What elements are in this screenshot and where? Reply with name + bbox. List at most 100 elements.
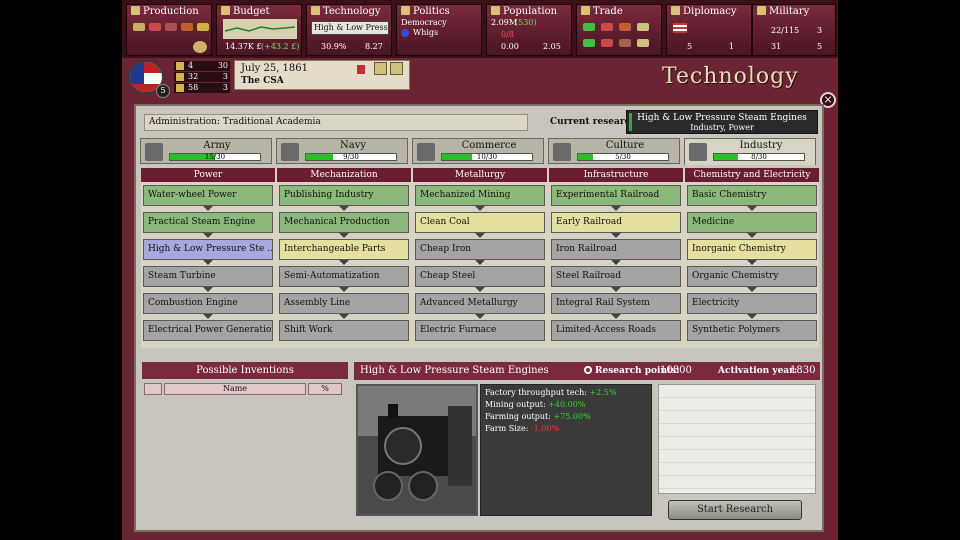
politics-panel[interactable]: Politics Democracy Whigs <box>396 4 482 56</box>
arrow-down-icon <box>339 287 349 292</box>
tech-cell[interactable]: Electrical Power Generation <box>143 320 273 341</box>
tech-cell[interactable]: Cheap Iron <box>415 239 545 260</box>
tech-cell[interactable]: Semi-Automatization <box>279 266 409 287</box>
tech-cell-researching[interactable]: High & Low Pressure Ste ... <box>143 239 273 260</box>
tech-cell[interactable]: Organic Chemistry <box>687 266 817 287</box>
arrow-down-icon <box>203 314 213 319</box>
tech-cell[interactable]: Clean Coal <box>415 212 545 233</box>
arrow-down-icon <box>747 206 757 211</box>
tech-cell[interactable]: Medicine <box>687 212 817 233</box>
tech-cell[interactable]: Electric Furnace <box>415 320 545 341</box>
tech-cell[interactable]: Shift Work <box>279 320 409 341</box>
tech-cell[interactable]: Early Railroad <box>551 212 681 233</box>
research-points-rate: 8.27 <box>365 42 383 51</box>
administration-bar: Administration: Traditional Academia <box>144 114 528 131</box>
consciousness-value: 2.05 <box>543 42 561 51</box>
speed-up-button[interactable] <box>374 62 387 75</box>
industry-stat: 32 3 <box>174 72 230 82</box>
tab-army[interactable]: Army 15/30 <box>140 138 272 164</box>
steam-locomotive-image <box>356 384 478 516</box>
arrow-down-icon <box>475 233 485 238</box>
tech-cell[interactable]: Steam Turbine <box>143 266 273 287</box>
army-progress: 15/30 <box>169 153 261 161</box>
column-mechanization: Mechanization Publishing Industry Mechan… <box>277 168 411 341</box>
goods-icon <box>637 39 649 47</box>
column-chemistry: Chemistry and Electricity Basic Chemistr… <box>685 168 819 341</box>
production-panel[interactable]: Production <box>126 4 212 56</box>
import-arrow-icon <box>583 39 595 47</box>
commerce-progress: 10/30 <box>441 153 533 161</box>
tech-cell[interactable]: Mechanical Production <box>279 212 409 233</box>
budget-panel[interactable]: Budget 14.37K £ (+43.2 £) <box>216 4 302 56</box>
tech-cell[interactable]: Synthetic Polymers <box>687 320 817 341</box>
usa-flag-icon <box>673 23 687 33</box>
culture-progress: 5/30 <box>577 153 669 161</box>
tab-culture[interactable]: Culture 5/30 <box>548 138 680 164</box>
tech-cell[interactable]: Interchangeable Parts <box>279 239 409 260</box>
tech-cell[interactable]: Inorganic Chemistry <box>687 239 817 260</box>
lightbulb-icon <box>311 6 320 15</box>
tech-cell[interactable]: Experimental Railroad <box>551 185 681 206</box>
tech-cell[interactable]: Advanced Metallurgy <box>415 293 545 314</box>
arrow-down-icon <box>475 260 485 265</box>
arrow-down-icon <box>475 314 485 319</box>
tech-cell[interactable]: Publishing Industry <box>279 185 409 206</box>
arrow-down-icon <box>475 287 485 292</box>
tab-industry[interactable]: Industry 8/30 <box>684 138 816 165</box>
column-header: Power <box>141 168 275 182</box>
tech-cell[interactable]: Limited-Access Roads <box>551 320 681 341</box>
current-research-name: High & Low Pressure Steam Engines <box>637 113 807 123</box>
column-header: Mechanization <box>277 168 411 182</box>
magnifier-icon <box>584 366 592 374</box>
page-title: Technology <box>662 64 799 89</box>
arrow-down-icon <box>747 260 757 265</box>
unlocks-list[interactable] <box>658 384 816 494</box>
swords-icon <box>176 84 184 92</box>
budget-delta: (+43.2 £) <box>261 42 300 51</box>
tab-navy[interactable]: Navy 9/30 <box>276 138 408 164</box>
arrow-down-icon <box>339 260 349 265</box>
tech-cell[interactable]: Integral Rail System <box>551 293 681 314</box>
tech-cell[interactable]: Iron Railroad <box>551 239 681 260</box>
arrow-down-icon <box>747 314 757 319</box>
diplomacy-panel[interactable]: Diplomacy 5 1 <box>666 4 752 56</box>
speed-down-button[interactable] <box>390 62 403 75</box>
diplomacy-count: 5 <box>687 42 693 51</box>
inventions-name-column[interactable]: Name <box>164 383 306 395</box>
tech-cell[interactable]: Practical Steam Engine <box>143 212 273 233</box>
trade-icon <box>581 6 590 15</box>
military-panel[interactable]: Military 22/115 3 31 5 <box>752 4 836 56</box>
goods-icon <box>601 39 613 47</box>
arrow-down-icon <box>747 233 757 238</box>
population-panel[interactable]: Population 2.09M (530) 0/8 0.00 2.05 <box>486 4 572 56</box>
activation-year-label: Activation year: <box>718 366 798 376</box>
arrow-down-icon <box>339 206 349 211</box>
literacy-value: 0.00 <box>501 42 519 51</box>
possible-inventions-panel: Possible Inventions Name % <box>142 362 348 522</box>
tech-cell[interactable]: Assembly Line <box>279 293 409 314</box>
pause-icon[interactable] <box>357 65 365 74</box>
arrow-down-icon <box>203 260 213 265</box>
tech-cell[interactable]: Electricity <box>687 293 817 314</box>
effect-row: Mining output: +40.00% <box>485 400 586 409</box>
column-metallurgy: Metallurgy Mechanized Mining Clean Coal … <box>413 168 547 341</box>
tab-commerce[interactable]: Commerce 10/30 <box>412 138 544 164</box>
inventions-percent-column[interactable]: % <box>308 383 342 395</box>
trade-panel[interactable]: Trade <box>576 4 662 56</box>
tech-cell[interactable]: Cheap Steel <box>415 266 545 287</box>
tech-cell[interactable]: Basic Chemistry <box>687 185 817 206</box>
swords-icon <box>757 6 766 15</box>
unrest-count: 0/8 <box>501 30 514 39</box>
tech-detail-panel: High & Low Pressure Steam Engines Resear… <box>354 362 820 528</box>
start-research-button[interactable]: Start Research <box>668 500 802 520</box>
current-research-box[interactable]: High & Low Pressure Steam Engines Indust… <box>626 110 818 134</box>
tech-cell[interactable]: Steel Railroad <box>551 266 681 287</box>
tech-cell[interactable]: Water-wheel Power <box>143 185 273 206</box>
folder-icon[interactable] <box>144 383 162 395</box>
pound-icon <box>221 6 230 15</box>
technology-panel[interactable]: Technology High & Low Press ... 30.9% 8.… <box>306 4 392 56</box>
tech-cell[interactable]: Mechanized Mining <box>415 185 545 206</box>
budget-graph <box>223 19 297 39</box>
anchor-icon <box>281 143 299 161</box>
tech-cell[interactable]: Combustion Engine <box>143 293 273 314</box>
